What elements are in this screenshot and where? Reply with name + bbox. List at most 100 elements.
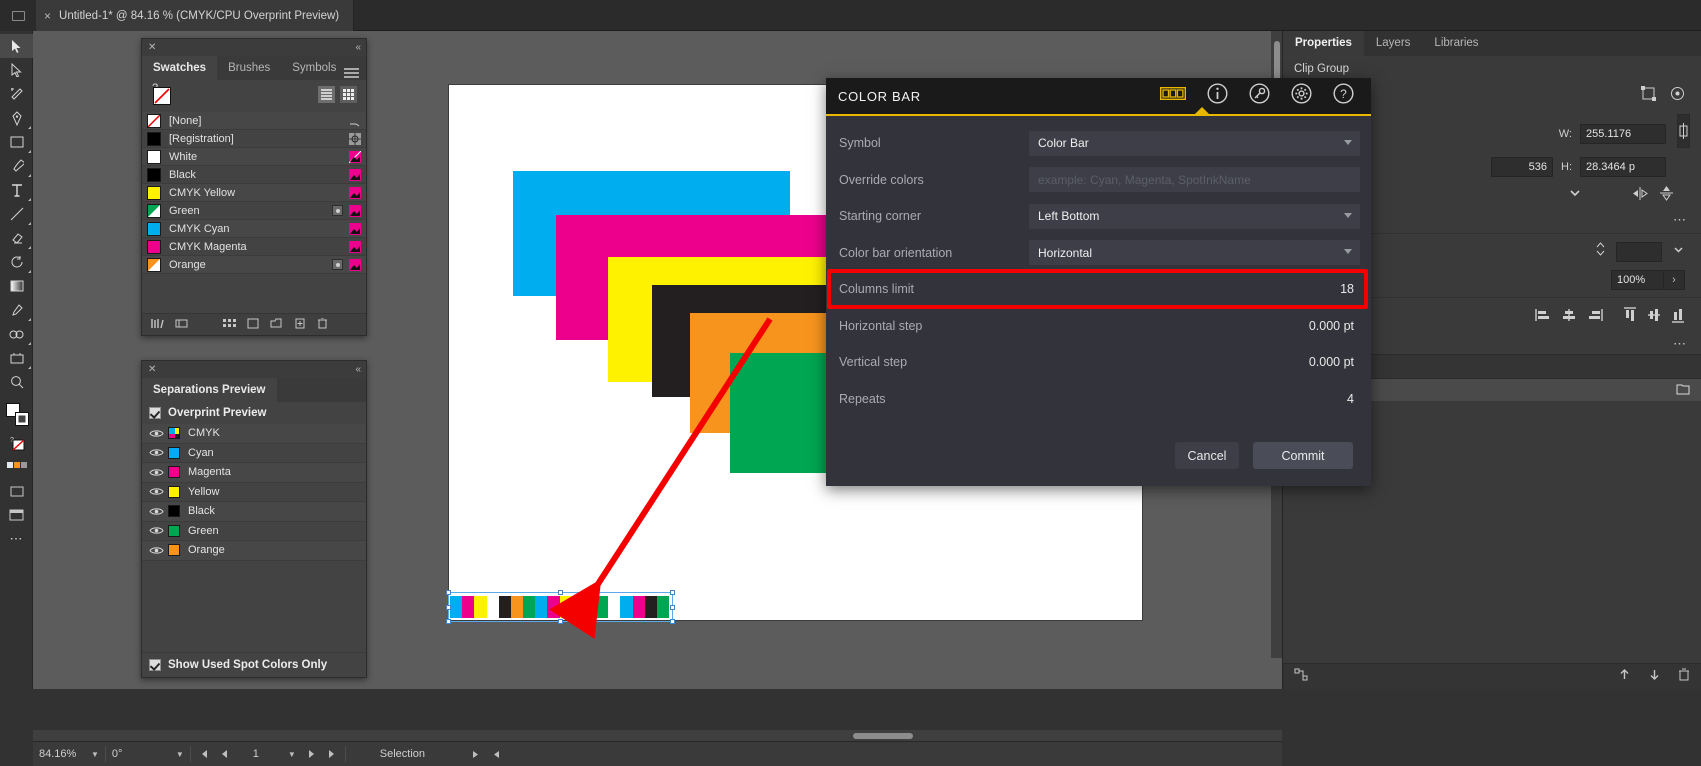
swatch-row[interactable]: [None]: [142, 112, 366, 130]
separation-row[interactable]: Magenta: [142, 463, 366, 483]
rotate-tool[interactable]: [0, 250, 33, 274]
duplicate-swatch-icon[interactable]: [294, 318, 306, 332]
align-left-icon[interactable]: [1535, 308, 1551, 327]
swatch-row[interactable]: CMYK Cyan: [142, 220, 366, 238]
reference-point-icon[interactable]: [1670, 86, 1685, 106]
eye-icon[interactable]: [149, 546, 166, 555]
first-artboard-icon[interactable]: [191, 742, 214, 766]
swatch-row[interactable]: Green: [142, 202, 366, 220]
chevron-down-icon[interactable]: [1672, 243, 1685, 261]
opacity-field[interactable]: 100%: [1611, 270, 1663, 290]
tab-libraries[interactable]: Libraries: [1422, 31, 1490, 56]
align-center-h-icon[interactable]: [1561, 308, 1577, 327]
separation-row[interactable]: Yellow: [142, 483, 366, 503]
selection-tool[interactable]: [0, 34, 33, 58]
rectangle-tool[interactable]: [0, 130, 33, 154]
horizontal-step-value[interactable]: 0.000 pt: [1309, 319, 1360, 333]
tab-separations-preview[interactable]: Separations Preview: [142, 378, 277, 402]
question-swatch-icon[interactable]: ?: [0, 431, 33, 455]
color-bar-orientation-select[interactable]: Horizontal: [1029, 240, 1360, 265]
repeats-value[interactable]: 4: [1347, 392, 1360, 406]
libraries-icon[interactable]: [151, 318, 164, 332]
link-dimensions-icon[interactable]: [1677, 114, 1690, 153]
field-horizontal-step[interactable]: Horizontal step 0.000 pt: [837, 308, 1360, 345]
eraser-tool[interactable]: [0, 226, 33, 250]
columns-limit-value[interactable]: 18: [1340, 282, 1360, 296]
tab-layers[interactable]: Layers: [1364, 31, 1423, 56]
info-icon[interactable]: [1207, 83, 1228, 109]
color-bar-icon[interactable]: [1160, 87, 1186, 105]
swatch-row[interactable]: [Registration]: [142, 130, 366, 148]
align-bottom-icon[interactable]: [1671, 307, 1685, 328]
separation-row[interactable]: Orange: [142, 541, 366, 561]
magic-wand-tool[interactable]: [0, 82, 33, 106]
move-up-icon[interactable]: [1618, 668, 1631, 686]
eye-icon[interactable]: [149, 526, 166, 535]
override-colors-input[interactable]: example: Cyan, Magenta, SpotInkName: [1029, 167, 1360, 192]
vertical-step-value[interactable]: 0.000 pt: [1309, 355, 1360, 369]
type-tool[interactable]: [0, 178, 33, 202]
status-prev-icon[interactable]: [486, 742, 506, 766]
angle-dropdown[interactable]: [1568, 186, 1582, 205]
previous-artboard-icon[interactable]: [214, 742, 234, 766]
eye-icon[interactable]: [149, 507, 166, 516]
swatch-options-icon[interactable]: [223, 318, 236, 332]
align-right-icon[interactable]: [1587, 308, 1603, 327]
separation-row[interactable]: CMYK: [142, 424, 366, 444]
new-color-group-icon[interactable]: [247, 318, 259, 332]
field-vertical-step[interactable]: Vertical step 0.000 pt: [837, 344, 1360, 381]
transform-icon[interactable]: [1641, 86, 1656, 106]
horizontal-scrollbar[interactable]: [33, 730, 1282, 741]
eye-icon[interactable]: [149, 468, 166, 477]
drawing-modes-icon[interactable]: [0, 479, 33, 503]
field-repeats[interactable]: Repeats 4: [837, 381, 1360, 418]
opacity-options-button[interactable]: ›: [1663, 270, 1685, 290]
artboard-tool[interactable]: [0, 346, 33, 370]
symbol-select[interactable]: Color Bar: [1029, 131, 1360, 156]
current-tool-label[interactable]: Selection: [346, 742, 466, 766]
export-artboard-icon[interactable]: [1676, 382, 1690, 398]
tab-symbols[interactable]: Symbols: [281, 56, 347, 80]
align-middle-icon[interactable]: [1647, 307, 1661, 328]
collapse-icon[interactable]: «: [355, 364, 360, 375]
swatch-row[interactable]: White: [142, 148, 366, 166]
screen-mode-icon[interactable]: [0, 503, 33, 527]
eyedropper-tool[interactable]: [0, 298, 33, 322]
tab-swatches[interactable]: Swatches: [142, 56, 217, 80]
rotation-dropdown-icon[interactable]: ▼: [166, 742, 190, 766]
stroke-weight-field[interactable]: [1616, 242, 1662, 262]
eye-icon[interactable]: [149, 487, 166, 496]
rotation-value[interactable]: 0°: [106, 742, 166, 766]
show-swatch-kinds-icon[interactable]: [175, 318, 188, 332]
arrange-icon[interactable]: [1294, 668, 1308, 686]
gradient-tool[interactable]: [0, 274, 33, 298]
swatch-row[interactable]: Black: [142, 166, 366, 184]
document-tab[interactable]: × Untitled-1* @ 84.16 % (CMYK/CPU Overpr…: [36, 0, 354, 31]
eye-icon[interactable]: [149, 448, 166, 457]
align-top-icon[interactable]: [1623, 307, 1637, 328]
starting-corner-select[interactable]: Left Bottom: [1029, 204, 1360, 229]
zoom-dropdown-icon[interactable]: ▼: [81, 742, 105, 766]
width-field[interactable]: 255.1176: [1580, 124, 1666, 144]
next-artboard-icon[interactable]: [302, 742, 322, 766]
color-modes-icons[interactable]: [0, 455, 33, 479]
tab-brushes[interactable]: Brushes: [217, 56, 281, 80]
flip-vertical-icon[interactable]: [1660, 185, 1673, 206]
zoom-level[interactable]: 84.16%: [33, 742, 81, 766]
list-view-icon[interactable]: [318, 86, 335, 103]
blend-tool[interactable]: [0, 322, 33, 346]
move-down-icon[interactable]: [1648, 668, 1661, 686]
swatch-row[interactable]: CMYK Yellow: [142, 184, 366, 202]
grid-view-icon[interactable]: [340, 86, 357, 103]
commit-button[interactable]: Commit: [1253, 442, 1353, 469]
close-icon[interactable]: ✕: [148, 364, 156, 375]
show-used-spot-colors-checkbox[interactable]: Show Used Spot Colors Only: [142, 652, 366, 677]
overprint-preview-checkbox[interactable]: Overprint Preview: [142, 402, 366, 424]
none-swatch-icon[interactable]: [153, 87, 171, 105]
collapse-icon[interactable]: «: [355, 42, 360, 53]
gear-icon[interactable]: [1291, 83, 1312, 109]
direct-selection-tool[interactable]: [0, 58, 33, 82]
cancel-button[interactable]: Cancel: [1175, 442, 1239, 469]
fill-stroke-swatches[interactable]: [0, 401, 33, 431]
delete-swatch-icon[interactable]: [317, 318, 328, 332]
